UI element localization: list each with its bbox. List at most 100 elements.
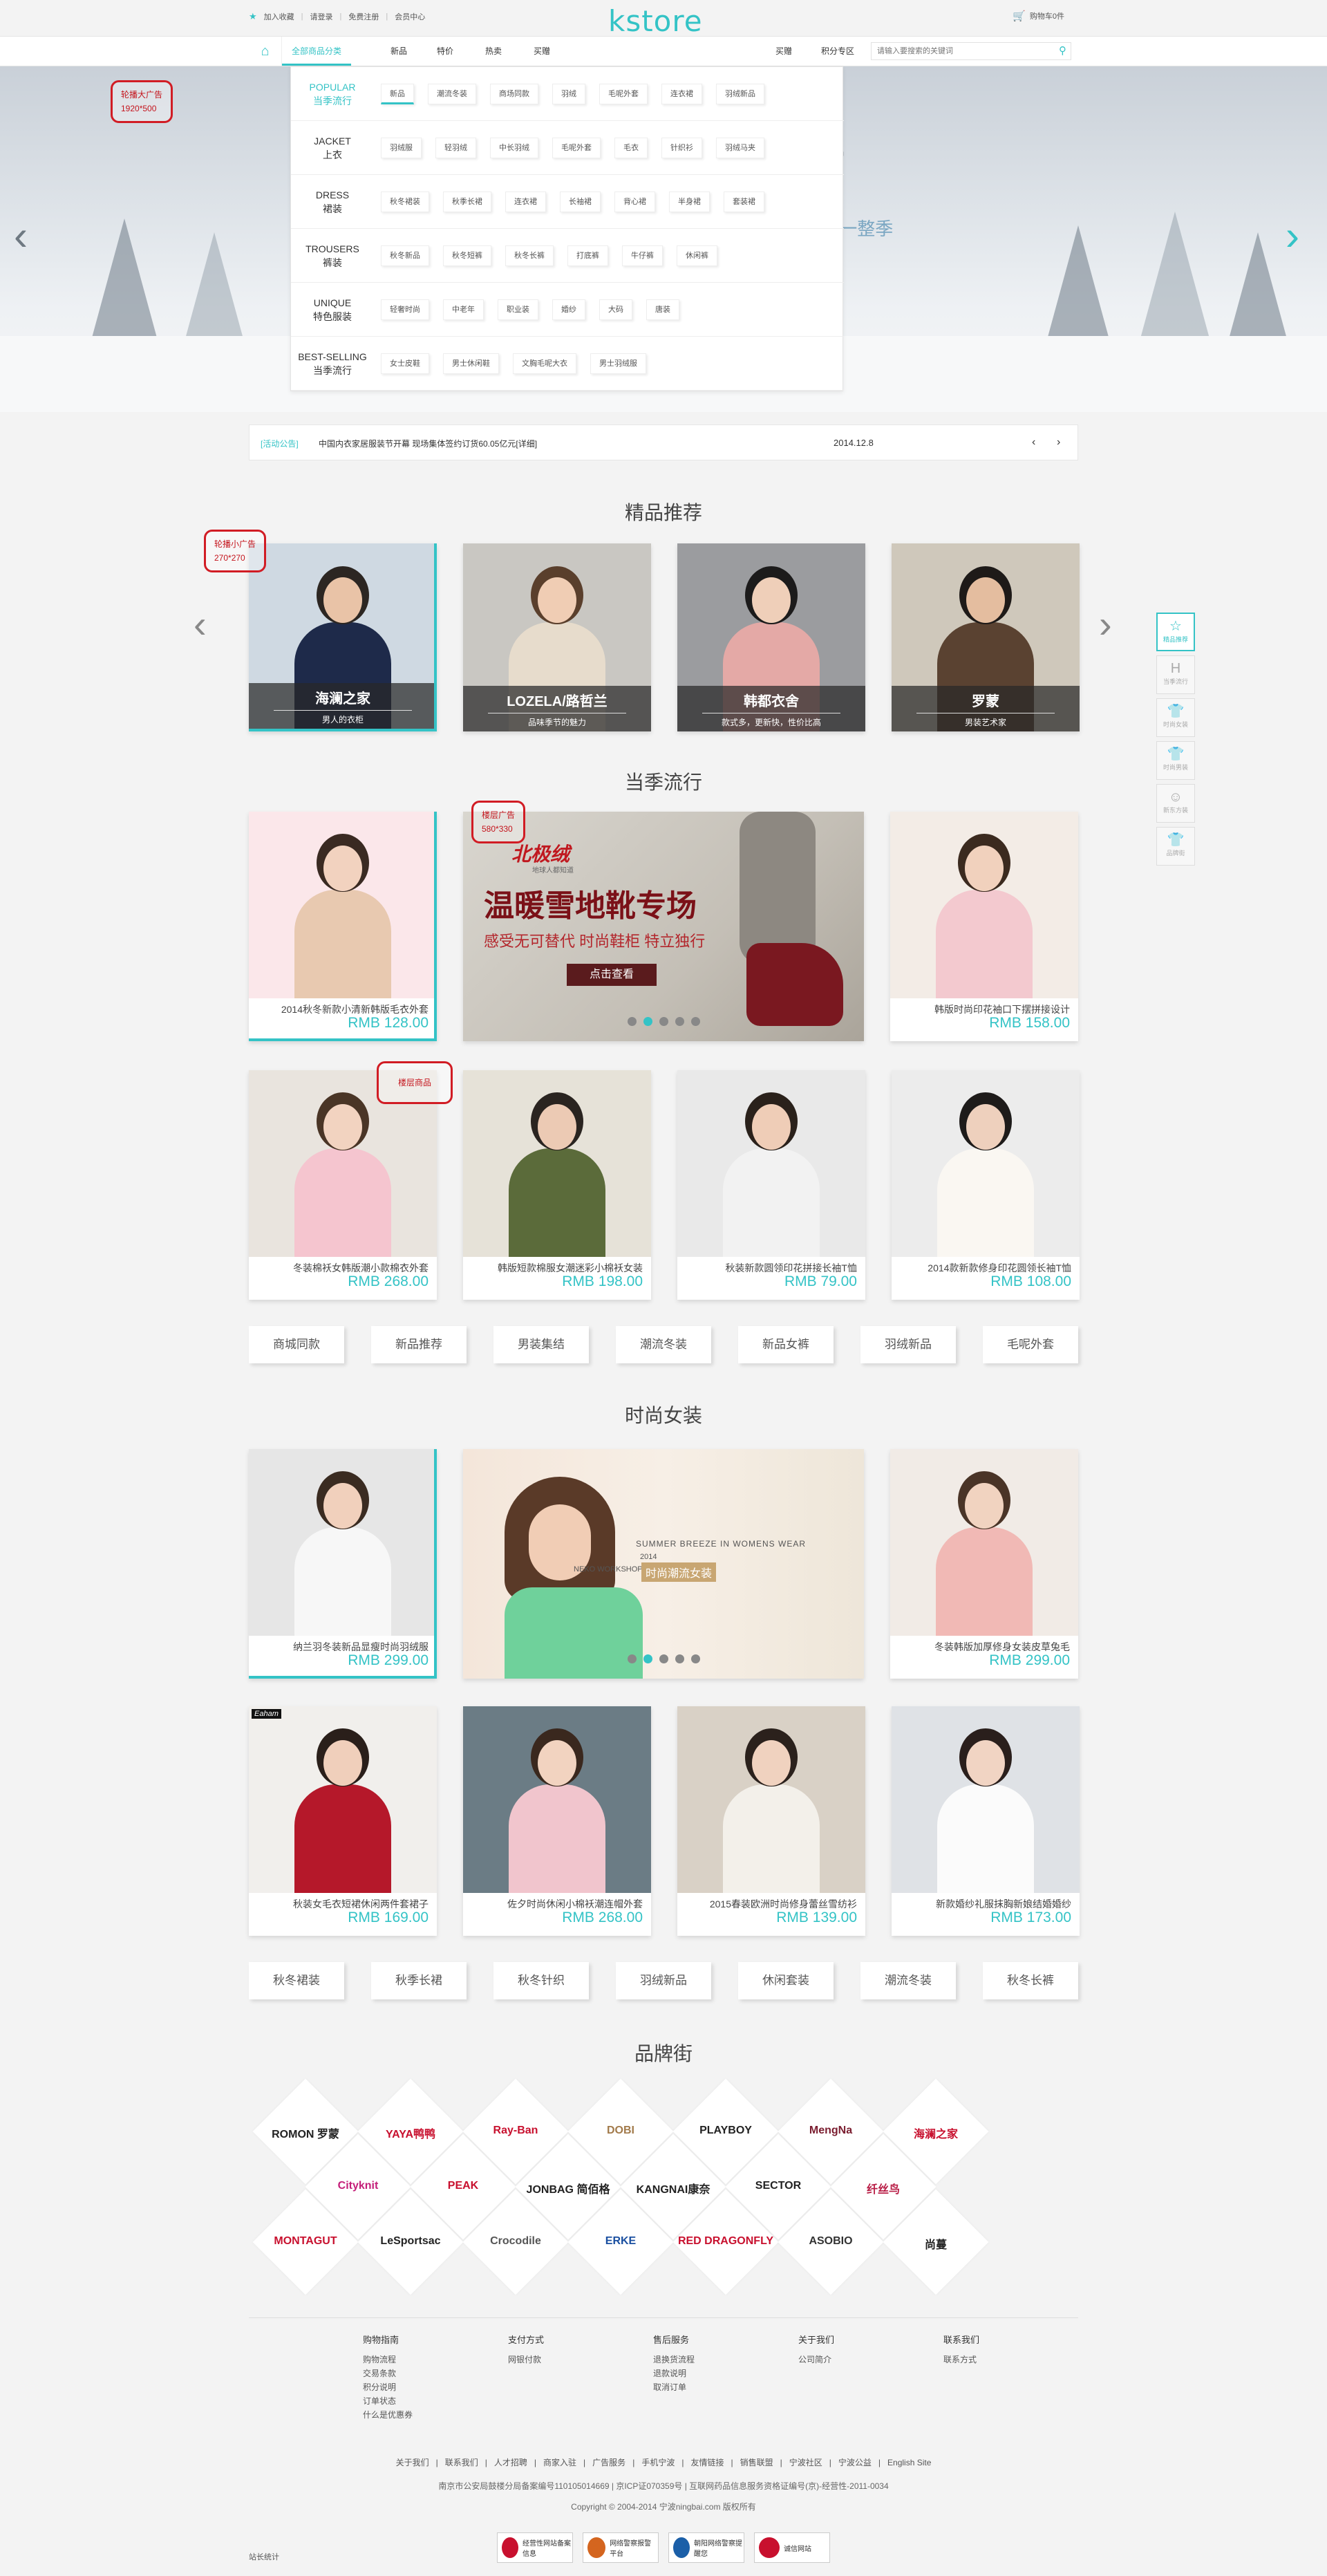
dropdown-chip[interactable]: 半身裙 (669, 192, 710, 212)
product-name[interactable]: 韩版时尚印花袖口下摆拼接设计 (890, 1002, 1078, 1016)
dropdown-chip[interactable]: 休闲裤 (677, 245, 717, 266)
product-card[interactable]: 韩版短款棉服女潮迷彩小棉袄女装 RMB 198.00 (463, 1070, 651, 1300)
product-name[interactable]: 佐夕时尚休闲小棉袄潮连帽外套 (463, 1897, 651, 1911)
side-tool-4[interactable]: 👕 时尚男装 (1156, 741, 1195, 780)
cart-button[interactable]: 🛒 购物车0件 (1013, 10, 1064, 22)
category-button[interactable]: 秋冬针织 (493, 1962, 589, 1999)
dropdown-chip[interactable]: 中长羽绒 (490, 138, 538, 158)
product-name[interactable]: 冬装棉袄女韩版潮小款棉衣外套 (249, 1261, 437, 1275)
dropdown-chip[interactable]: 打底裤 (567, 245, 608, 266)
dropdown-chip[interactable]: 商场同款 (490, 84, 538, 104)
nav-gift-right[interactable]: 买赠 (775, 37, 792, 66)
product-card[interactable]: 2014秋冬新款小清新韩版毛衣外套 RMB 128.00 (249, 812, 437, 1041)
footer-link[interactable]: 什么是优惠券 (363, 2408, 413, 2422)
footer-bottom-link[interactable]: 手机宁波 (641, 2458, 675, 2467)
brand-card[interactable]: LOZELA/路哲兰 品味季节的魅力 (463, 543, 651, 731)
carousel-dot[interactable] (659, 1654, 668, 1663)
carousel-dot[interactable] (643, 1654, 652, 1663)
product-photo[interactable] (463, 1706, 651, 1893)
dropdown-chip[interactable]: 套装裙 (724, 192, 764, 212)
product-name[interactable]: 新款婚纱礼服抹胸新娘结婚婚纱 (892, 1897, 1080, 1911)
product-photo[interactable] (677, 1706, 865, 1893)
brand-card[interactable]: 韩都衣舍 款式多，更新快，性价比高 (677, 543, 865, 731)
product-photo[interactable] (463, 1070, 651, 1257)
dropdown-label[interactable]: BEST-SELLING 当季流行 (291, 337, 374, 391)
dropdown-chip[interactable]: 羽绒 (552, 84, 585, 104)
footer-bottom-link[interactable]: 联系我们 (445, 2458, 478, 2467)
product-card[interactable]: 2014款新款修身印花圆领长袖T恤 RMB 108.00 (892, 1070, 1080, 1300)
brand-logo-text[interactable]: SECTOR (726, 2180, 831, 2192)
search-icon[interactable]: ⚲ (1059, 44, 1066, 57)
brand-card[interactable]: 罗蒙 男装艺术家 (892, 543, 1080, 731)
footer-bottom-link[interactable]: 广告服务 (592, 2458, 625, 2467)
dropdown-chip[interactable]: 毛衣 (614, 138, 648, 158)
dropdown-label[interactable]: TROUSERS 裤装 (291, 229, 374, 283)
category-button[interactable]: 新品推荐 (371, 1326, 467, 1363)
footer-bottom-link[interactable]: 商家入驻 (543, 2458, 576, 2467)
brand-logo-text[interactable]: ROMON 罗蒙 (253, 2125, 358, 2141)
brand-logo-text[interactable]: KANGNAI康奈 (621, 2180, 726, 2196)
product-card[interactable]: 佐夕时尚休闲小棉袄潮连帽外套 RMB 268.00 (463, 1706, 651, 1936)
favorites-link[interactable]: 加入收藏 (264, 11, 294, 22)
nav-sale[interactable]: 特价 (437, 37, 453, 66)
dropdown-label[interactable]: POPULAR 当季流行 (291, 67, 374, 121)
category-button[interactable]: 秋冬长裤 (983, 1962, 1078, 1999)
footer-bottom-link[interactable]: 宁波社区 (789, 2458, 822, 2467)
footer-link[interactable]: 公司简介 (798, 2353, 834, 2367)
carousel-dot[interactable] (627, 1654, 637, 1663)
category-button[interactable]: 羽绒新品 (616, 1962, 711, 1999)
banner-prev-arrow[interactable]: ‹ (14, 212, 28, 259)
product-photo[interactable] (890, 1449, 1078, 1636)
all-categories-tab[interactable]: 全部商品分类 (282, 37, 351, 66)
dropdown-label[interactable]: DRESS 裙装 (291, 175, 374, 229)
side-tool-5[interactable]: ☺ 新东方装 (1156, 784, 1195, 823)
nav-new[interactable]: 新品 (390, 37, 407, 66)
dropdown-chip[interactable]: 秋冬短裤 (443, 245, 491, 266)
brand-logo-text[interactable]: ERKE (568, 2235, 673, 2248)
product-name[interactable]: 秋装女毛衣短裙休闲两件套裙子 (249, 1897, 437, 1911)
dropdown-chip[interactable]: 男士休闲鞋 (443, 353, 499, 374)
product-name[interactable]: 2014秋冬新款小清新韩版毛衣外套 (249, 1002, 434, 1016)
category-button[interactable]: 秋季长裙 (371, 1962, 467, 1999)
women-floor-ad[interactable]: SUMMER BREEZE IN WOMENS WEAR 2014 NEKO W… (463, 1449, 864, 1679)
footer-link[interactable]: 网银付款 (508, 2353, 544, 2367)
category-button[interactable]: 秋冬裙装 (249, 1962, 344, 1999)
product-card[interactable]: 纳兰羽冬装新品显瘦时尚羽绒服 RMB 299.00 (249, 1449, 437, 1679)
brand-logo-text[interactable]: ASOBIO (778, 2235, 883, 2248)
footer-link[interactable]: 取消订单 (653, 2380, 695, 2394)
footer-badge[interactable]: 网络警察报警平台 (583, 2532, 659, 2563)
category-button[interactable]: 潮流冬装 (616, 1326, 711, 1363)
product-photo[interactable] (249, 812, 434, 998)
footer-bottom-link[interactable]: English Site (887, 2458, 931, 2467)
brand-logo-text[interactable]: YAYA鸭鸭 (358, 2125, 463, 2141)
dropdown-chip[interactable]: 文胸毛呢大衣 (513, 353, 576, 374)
category-button[interactable]: 男装集结 (493, 1326, 589, 1363)
logo[interactable]: kstore (608, 4, 703, 38)
product-photo[interactable] (890, 812, 1078, 998)
brand-logo-text[interactable]: RED DRAGONFLY (673, 2235, 778, 2248)
product-photo[interactable] (249, 1706, 437, 1893)
dropdown-chip[interactable]: 羽绒服 (381, 138, 422, 158)
side-tool-1[interactable]: ☆ 精品推荐 (1156, 613, 1195, 651)
brand-logo-text[interactable]: MengNa (778, 2125, 883, 2137)
carousel-dot[interactable] (659, 1017, 668, 1026)
dropdown-chip[interactable]: 毛呢外套 (552, 138, 601, 158)
brand-logo-text[interactable]: Ray-Ban (463, 2125, 568, 2137)
carousel-dot[interactable] (627, 1017, 637, 1026)
carousel-dot[interactable] (675, 1654, 684, 1663)
carousel-dot[interactable] (643, 1017, 652, 1026)
dropdown-chip[interactable]: 秋冬裙装 (381, 192, 429, 212)
dropdown-chip[interactable]: 连衣裙 (505, 192, 546, 212)
notice-message[interactable]: 中国内衣家居服装节开幕 现场集体签约订货60.05亿元[详细] (319, 438, 537, 449)
footer-bottom-link[interactable]: 销售联盟 (740, 2458, 773, 2467)
footer-link[interactable]: 积分说明 (363, 2380, 413, 2394)
brand-logo-text[interactable]: PEAK (411, 2180, 516, 2192)
product-card[interactable]: 韩版时尚印花袖口下摆拼接设计 RMB 158.00 (890, 812, 1078, 1041)
brand-card[interactable]: 海澜之家 男人的衣柜 (249, 543, 437, 731)
footer-bottom-link[interactable]: 人才招聘 (494, 2458, 527, 2467)
nav-points[interactable]: 积分专区 (821, 37, 854, 66)
category-button[interactable]: 商城同款 (249, 1326, 344, 1363)
product-card[interactable]: 新款婚纱礼服抹胸新娘结婚婚纱 RMB 173.00 (892, 1706, 1080, 1936)
category-button[interactable]: 休闲套装 (738, 1962, 834, 1999)
brand-logo-text[interactable]: 纤丝鸟 (831, 2180, 936, 2196)
